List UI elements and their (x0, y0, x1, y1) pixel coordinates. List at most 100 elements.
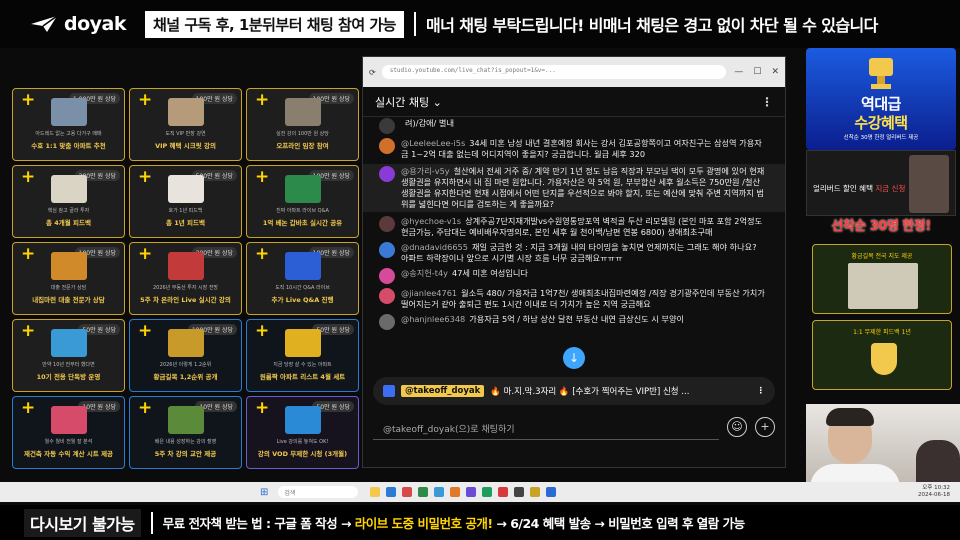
product-title: 10기 전용 단독방 운영 (36, 373, 101, 381)
scroll-down-button[interactable]: ↓ (563, 347, 585, 369)
product-desc: 아드레드 없는 고용 다가구 매매 (35, 131, 102, 137)
chat-message[interactable]: @jianlee4761 월소득 480/ 가용자금 1억7천/ 생애최초내집마련… (379, 288, 765, 310)
app-icon[interactable] (450, 487, 461, 497)
chat-message[interactable]: 려)/감애/ 별내 (379, 118, 765, 134)
promo-headline-1: 역대급 (861, 95, 901, 113)
chat-message[interactable]: @송지헌-t4y 47세 미혼 여성입니다 (379, 268, 765, 284)
app-icon[interactable] (482, 487, 493, 497)
shield-icon (871, 343, 897, 375)
promo-card-map: 황금길목 전국 지도 제공 (812, 244, 952, 314)
product-title: 원룸짝 아파트 리스트 4월 세트 (259, 373, 346, 381)
message-author: @dnadavid6655 (401, 242, 468, 252)
person-hair (826, 408, 874, 426)
chat-messages: 려)/감애/ 별내 @LeeleeLee-i5s 34세 미혼 남성 내년 결혼예정… (363, 118, 785, 378)
app-icon[interactable] (530, 487, 541, 497)
product-thumbnail (168, 98, 204, 126)
chat-message[interactable]: @용가리-v5y 철산에서 전세 거주 중/ 계약 만기 1년 정도 남음 직장과… (363, 164, 785, 212)
taskbar-clock[interactable]: 오후 10:32 2024-06-18 (918, 485, 950, 499)
product-desc: 2026년 부동산 투자 시장 전망 (152, 285, 219, 291)
app-icon[interactable] (466, 487, 477, 497)
app-icon[interactable] (498, 487, 509, 497)
app-icon[interactable] (546, 487, 557, 497)
product-thumbnail (51, 175, 87, 203)
product-card[interactable]: +300만 원 상당 핵심 참고 골라 투자 총 4개월 피드백 (12, 165, 125, 238)
product-card[interactable]: +10만 원 상당 월수 월비 전월 잘 분석 재건축 자동 수익 계산 시트 제공 (12, 396, 125, 469)
product-title: VIP 혜택 시크릿 강의 (155, 142, 216, 150)
product-card[interactable]: +100만 원 상당 도직 10시간 Q&A 라이브 추가 Live Q&A 진행 (246, 242, 359, 315)
app-icon[interactable] (514, 487, 525, 497)
chat-message[interactable]: @dnadavid6655 재일 궁금한 것 : 지금 3개월 내의 타이밍을 놓… (379, 242, 765, 264)
message-text: 철산에서 전세 거주 중/ 계약 만기 1년 정도 남음 직장과 부모님 댁이 … (401, 166, 765, 209)
app-icon[interactable] (386, 487, 397, 497)
product-thumbnail (51, 406, 87, 434)
product-title: 재건축 자동 수익 계산 시트 제공 (23, 450, 114, 458)
emoji-button[interactable]: ☺ (727, 417, 747, 437)
product-card[interactable]: +50만 원 상당 Live 강의를 놓쳐도 OK! 강의 VOD 무제한 시청 (… (246, 396, 359, 469)
product-desc: 진짜 아파트 라이브 Q&A (276, 208, 329, 214)
product-title: 황금길목 1,2순위 공개 (153, 373, 218, 381)
product-card[interactable]: +50만 원 상당 만약 10년 전부터 했다면 10기 전용 단독방 운영 (12, 319, 125, 392)
product-card[interactable]: +100만 원 상당 진짜 아파트 라이브 Q&A 1억 베논 갑바초 실시간 공유 (246, 165, 359, 238)
windows-start-icon[interactable]: ⊞ (260, 487, 268, 498)
plus-icon: + (21, 167, 36, 187)
message-author: @jianlee4761 (401, 288, 458, 298)
presenter-photo (909, 155, 949, 213)
chat-input[interactable]: @takeoff_doyak(으)로 채팅하기 (373, 414, 719, 440)
add-button[interactable]: + (755, 417, 775, 437)
product-thumbnail (285, 406, 321, 434)
app-icon[interactable] (370, 487, 381, 497)
taskbar-search[interactable]: 검색 (278, 486, 359, 498)
product-thumbnail (51, 252, 87, 280)
message-body: @dnadavid6655 재일 궁금한 것 : 지금 3개월 내의 타이밍을 놓… (401, 242, 765, 264)
minimize-icon[interactable]: — (734, 67, 743, 77)
plus-icon: + (138, 90, 153, 110)
message-body: @hyechoe-v1s 상계주공7단지재개발vs수원영통망포역 벽적골 두산 리… (401, 216, 765, 238)
pinned-more-icon[interactable]: ⋮ (757, 386, 766, 396)
url-bar[interactable]: studio.youtube.com/live_chat?is_popout=1… (381, 65, 727, 79)
avatar (379, 288, 395, 304)
product-card[interactable]: +1,000만 원 상당 아드레드 없는 고용 다가구 매매 수호 1:1 맞춤 아… (12, 88, 125, 161)
product-card[interactable]: +300만 원 상당 2026년 부동산 투자 시장 전망 5주 차 온라인 Liv… (129, 242, 242, 315)
chat-message[interactable]: @hyechoe-v1s 상계주공7단지재개발vs수원영통망포역 벽적골 두산 리… (379, 216, 765, 238)
app-icon[interactable] (434, 487, 445, 497)
product-card[interactable]: +100만 원 상당 실전 강의 100만 원 상당 오프라인 임장 참여 (246, 88, 359, 161)
product-card[interactable]: +500만 원 상당 호가 1년 피드백 총 1년 피드백 (129, 165, 242, 238)
product-title: 5주 차 온라인 Live 실시간 강의 (140, 296, 231, 304)
product-desc: 2026년 이렇게 1.2순위 (159, 362, 212, 368)
chat-title[interactable]: 실시간 채팅 ⌄ (375, 94, 442, 110)
product-title: 총 4개월 피드백 (46, 219, 91, 227)
trophy-icon (869, 58, 893, 89)
avatar (379, 118, 395, 134)
promo-banner-mid: 얼리버드 할인 혜택 지금 신청 (806, 150, 956, 216)
product-card[interactable]: +1000만 원 상당 2026년 이렇게 1.2순위 황금길목 1,2순위 공개 (129, 319, 242, 392)
app-icon[interactable] (402, 487, 413, 497)
promo-banner-top: 역대급 수강혜택 선착순 30명 한정 얼리버드 제공 (806, 48, 956, 150)
promo-headline-2: 수강혜택 (854, 114, 908, 132)
product-card[interactable]: +50만 원 상당 지금 당장 살 수 있는 아파트 원룸짝 아파트 리스트 4월 … (246, 319, 359, 392)
message-body: 려)/감애/ 별내 (401, 118, 454, 134)
product-thumbnail (285, 252, 321, 280)
plus-icon: + (21, 321, 36, 341)
divider (150, 511, 153, 534)
bottom-banner: 다시보기 불가능 무료 전자책 받는 법 : 구글 폼 작성 → 라이브 도중 … (0, 505, 960, 540)
early-bird-text: 얼리버드 할인 혜택 지금 신청 (813, 184, 906, 193)
chat-message[interactable]: @LeeleeLee-i5s 34세 미혼 남성 내년 결혼예정 회사는 강서 김… (379, 138, 765, 160)
product-card[interactable]: +100만 원 상당 도직 VIP 반장 강연 VIP 혜택 시크릿 강의 (129, 88, 242, 161)
product-thumbnail (285, 175, 321, 203)
chat-message[interactable]: @hanjnlee6348 가용자금 5억 / 하남 상산 달천 부동산 내연 급… (379, 314, 765, 330)
message-body: @용가리-v5y 철산에서 전세 거주 중/ 계약 만기 1년 정도 남음 직장과… (401, 166, 765, 210)
message-author: @송지헌-t4y (401, 268, 449, 278)
avatar (379, 138, 395, 154)
plus-icon: + (21, 398, 36, 418)
product-title: 1억 베논 갑바초 실시간 공유 (262, 219, 343, 227)
more-options-icon[interactable]: ⋮ (761, 95, 773, 109)
pinned-message[interactable]: @takeoff_doyak 🔥 마.지.막.3자리 🔥 [수호가 찍어주는 V… (373, 377, 775, 405)
product-card[interactable]: +10만 원 상당 배은 내용 성장하는 강의 촬영 5주 차 강의 교안 제공 (129, 396, 242, 469)
product-title: 총 1년 피드백 (166, 219, 205, 227)
maximize-icon[interactable]: ☐ (753, 67, 761, 77)
browser-bar: ⟳ studio.youtube.com/live_chat?is_popout… (363, 57, 785, 87)
limited-seats: 선착순 30명 한정! (831, 219, 931, 234)
product-card[interactable]: +100만 원 상당 대출 전문가 상담 내집마련 대출 전문가 상담 (12, 242, 125, 315)
app-icon[interactable] (418, 487, 429, 497)
close-icon[interactable]: ✕ (771, 67, 779, 77)
